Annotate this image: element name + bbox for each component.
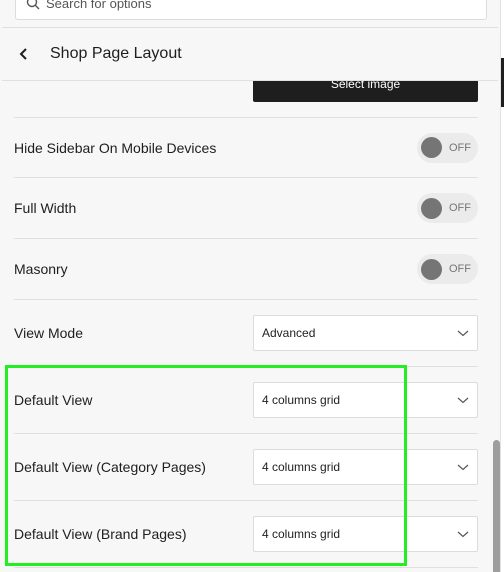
search-icon: [26, 0, 40, 10]
setting-label: Hide Sidebar On Mobile Devices: [14, 139, 217, 156]
row-separator: [14, 567, 478, 568]
setting-default-view-brand: Default View (Brand Pages) 4 columns gri…: [14, 501, 478, 567]
toggle-knob: [421, 258, 442, 280]
hide-sidebar-mobile-toggle[interactable]: OFF: [417, 132, 478, 163]
setting-label: Default View (Brand Pages): [14, 526, 187, 542]
toggle-knob: [421, 137, 442, 158]
setting-full-width: Full Width OFF: [14, 178, 478, 238]
masonry-toggle[interactable]: OFF: [417, 254, 478, 284]
default-view-category-select[interactable]: 4 columns grid: [253, 449, 478, 485]
default-view-brand-select[interactable]: 4 columns grid: [253, 516, 478, 552]
setting-label: Full Width: [14, 200, 77, 216]
back-button[interactable]: [16, 46, 32, 62]
toggle-state: OFF: [449, 141, 471, 154]
setting-default-view: Default View 4 columns grid: [14, 367, 478, 433]
full-width-toggle[interactable]: OFF: [417, 193, 478, 223]
scrollbar-thumb[interactable]: [493, 440, 500, 572]
setting-view-mode: View Mode Advanced: [14, 300, 478, 366]
select-value: 4 columns grid: [262, 460, 341, 474]
setting-label: View Mode: [14, 325, 84, 341]
setting-label: Default View (Category Pages): [14, 459, 206, 475]
chevron-down-icon: [457, 330, 469, 337]
section-header: Shop Page Layout: [0, 28, 500, 80]
select-value: 4 columns grid: [262, 527, 341, 541]
customizer-stage: Search for options Shop Page Layout Sele…: [0, 0, 504, 572]
select-value: 4 columns grid: [262, 393, 341, 407]
setting-label: Default View: [14, 392, 93, 408]
setting-hide-sidebar-mobile: Hide Sidebar On Mobile Devices OFF: [14, 118, 478, 177]
toggle-state: OFF: [449, 202, 471, 214]
select-value: Advanced: [262, 326, 316, 340]
page-title: Shop Page Layout: [50, 45, 182, 62]
select-image-button[interactable]: Select image: [253, 81, 478, 102]
default-view-select[interactable]: 4 columns grid: [253, 382, 478, 418]
chevron-down-icon: [457, 397, 469, 404]
toggle-state: OFF: [449, 263, 471, 275]
search-input[interactable]: Search for options: [15, 0, 487, 20]
toggle-knob: [421, 197, 442, 219]
chevron-left-icon: [19, 48, 27, 60]
settings-panel: Search for options Shop Page Layout Sele…: [0, 0, 500, 572]
setting-masonry: Masonry OFF: [14, 239, 478, 299]
setting-label: Masonry: [14, 261, 68, 277]
chevron-down-icon: [457, 531, 469, 538]
setting-default-view-category: Default View (Category Pages) 4 columns …: [14, 434, 478, 500]
view-mode-select[interactable]: Advanced: [253, 315, 478, 351]
search-placeholder: Search for options: [46, 0, 152, 11]
chevron-down-icon: [457, 464, 469, 471]
